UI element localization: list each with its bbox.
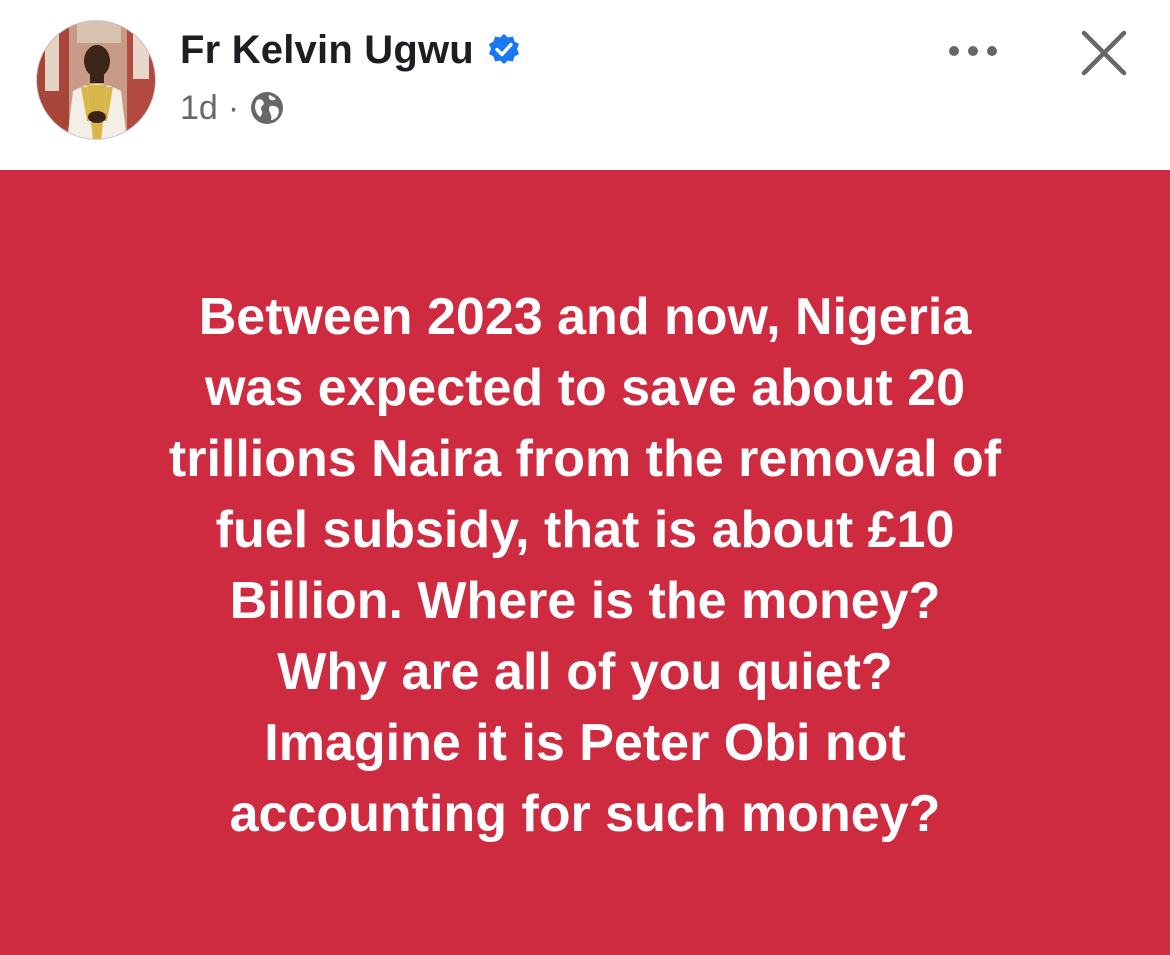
- post-text-line: Imagine it is Peter Obi not: [264, 714, 906, 772]
- globe-icon: [249, 90, 285, 126]
- post-text-line: accounting for such money?: [229, 785, 941, 843]
- post-text-line: Why are all of you quiet?: [277, 643, 893, 701]
- post-text-line: fuel subsidy, that is about £10: [215, 501, 955, 559]
- meta-separator: ·: [227, 89, 240, 127]
- post-text-line: was expected to save about 20: [204, 359, 966, 417]
- facebook-post: Fr Kelvin Ugwu 1d · Between 2023 and now…: [0, 0, 1170, 955]
- post-header: Fr Kelvin Ugwu 1d ·: [0, 0, 1170, 170]
- more-options-icon[interactable]: [945, 33, 1001, 69]
- close-icon[interactable]: [1078, 27, 1130, 79]
- post-text-card: Between 2023 and now, Nigeria was expect…: [0, 170, 1170, 955]
- author-name[interactable]: Fr Kelvin Ugwu: [180, 30, 474, 70]
- post-text-line: trillions Naira from the removal of: [168, 430, 1002, 488]
- avatar-image: [37, 21, 155, 139]
- verified-badge-icon: [486, 32, 522, 68]
- post-text-line: Between 2023 and now, Nigeria: [198, 288, 972, 346]
- post-text: Between 2023 and now, Nigeria was expect…: [60, 282, 1110, 850]
- post-meta: 1d ·: [180, 90, 285, 126]
- avatar[interactable]: [36, 20, 156, 140]
- post-timestamp[interactable]: 1d: [180, 91, 218, 125]
- author-row: Fr Kelvin Ugwu: [180, 30, 522, 70]
- post-text-line: Billion. Where is the money?: [229, 572, 941, 630]
